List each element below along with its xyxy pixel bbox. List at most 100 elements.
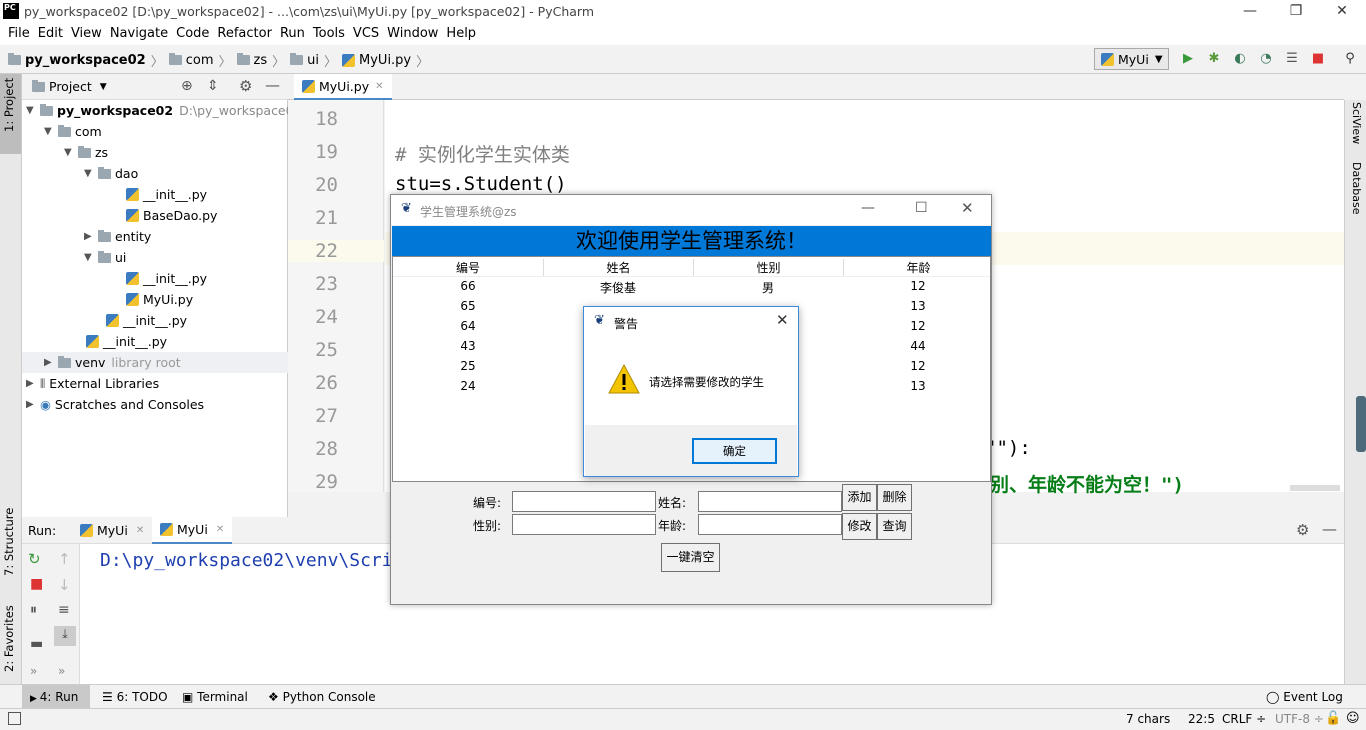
concurrency-icon[interactable]: ☰	[1284, 51, 1300, 67]
ok-button[interactable]: 确定	[692, 438, 777, 464]
run-tool-tab[interactable]: ▶ 4: Run	[30, 690, 78, 704]
project-panel-title[interactable]: Project	[49, 79, 92, 94]
delete-button[interactable]: 删除	[877, 484, 912, 511]
status-caret-position[interactable]: 22:5	[1188, 712, 1215, 726]
more-icon[interactable]: »	[30, 664, 37, 678]
status-encoding[interactable]: UTF-8 ÷	[1275, 712, 1324, 726]
column-header-id[interactable]: 编号	[393, 259, 543, 276]
debug-icon[interactable]: ✱	[1206, 51, 1222, 67]
breadcrumb-com[interactable]: com	[186, 53, 214, 68]
layout-icon[interactable]: ▬	[30, 636, 43, 652]
tree-item[interactable]: ▼ ui	[84, 247, 126, 268]
tree-item[interactable]: __init__.py	[126, 268, 207, 289]
minimize-button[interactable]: —	[861, 200, 875, 216]
arrow-up-icon[interactable]: ↑	[58, 550, 71, 568]
breadcrumb-ui[interactable]: ui	[307, 53, 319, 68]
tree-item[interactable]: ▼ com	[44, 121, 102, 142]
stop-icon[interactable]: ■	[30, 576, 43, 592]
rerun-icon[interactable]: ↻	[28, 550, 41, 568]
search-icon[interactable]: ⚲	[1342, 51, 1358, 67]
column-header-gender[interactable]: 性别	[693, 259, 843, 276]
pause-icon[interactable]: ⏸	[30, 602, 37, 618]
gear-icon[interactable]: ⚙	[239, 77, 252, 95]
close-icon[interactable]: ✕	[216, 524, 224, 535]
menu-file[interactable]: File	[4, 23, 34, 45]
close-window-button[interactable]: ✕	[1319, 0, 1365, 23]
sciview-tool-tab[interactable]: SciView	[1350, 102, 1363, 144]
gear-icon[interactable]: ⚙	[1296, 521, 1309, 539]
run-config-dropdown[interactable]: MyUi ▼	[1094, 48, 1169, 70]
coverage-icon[interactable]: ◐	[1232, 51, 1248, 67]
tree-item[interactable]: ▶ ⫴ External Libraries	[26, 373, 159, 394]
scroll-marker[interactable]	[1356, 396, 1366, 452]
run-icon[interactable]: ▶	[1180, 51, 1196, 67]
lock-icon[interactable]: 🔓	[1325, 711, 1341, 726]
run-tab[interactable]: MyUi ✕	[152, 517, 233, 544]
tree-item[interactable]: ▶ venv library root	[22, 352, 288, 373]
minimize-button[interactable]: —	[1227, 0, 1273, 23]
tab-myui[interactable]: MyUi.py ✕	[294, 74, 392, 100]
tree-item[interactable]: ▼ dao	[84, 163, 138, 184]
scroll-to-end-icon[interactable]: ⤓	[54, 626, 76, 646]
tree-item[interactable]: MyUi.py	[126, 289, 193, 310]
name-input[interactable]	[698, 491, 842, 512]
modify-button[interactable]: 修改	[842, 513, 877, 540]
project-tool-tab[interactable]: 1: Project	[2, 78, 16, 132]
tree-item[interactable]: __init__.py	[106, 310, 187, 331]
breadcrumb-file[interactable]: MyUi.py	[359, 53, 411, 68]
table-row[interactable]: 66 李俊基 男 12	[393, 279, 990, 299]
hide-icon[interactable]: —	[1322, 520, 1337, 538]
breadcrumb-project[interactable]: py_workspace02	[25, 53, 146, 68]
menu-edit[interactable]: Edit	[34, 23, 67, 45]
menu-navigate[interactable]: Navigate	[106, 23, 172, 45]
tree-item[interactable]: ▶ ◉ Scratches and Consoles	[26, 394, 204, 415]
close-icon[interactable]: ✕	[136, 525, 144, 536]
python-console-tool-tab[interactable]: ❖ Python Console	[268, 690, 376, 704]
menu-refactor[interactable]: Refactor	[213, 23, 276, 45]
menu-vcs[interactable]: VCS	[349, 23, 383, 45]
arrow-down-icon[interactable]: ↓	[58, 576, 71, 594]
menu-help[interactable]: Help	[442, 23, 480, 45]
chevron-down-icon[interactable]: ▼	[100, 82, 107, 92]
soft-wrap-icon[interactable]: ≡	[58, 602, 70, 618]
stop-icon[interactable]: ■	[1310, 51, 1326, 67]
close-window-button[interactable]: ✕	[961, 199, 974, 217]
query-button[interactable]: 查询	[877, 513, 912, 540]
more-icon[interactable]: »	[58, 664, 65, 678]
database-tool-tab[interactable]: Database	[1350, 162, 1363, 215]
maximize-button[interactable]: ☐	[915, 200, 928, 216]
tree-item[interactable]: __init__.py	[126, 184, 207, 205]
menu-run[interactable]: Run	[276, 23, 309, 45]
menu-code[interactable]: Code	[172, 23, 213, 45]
tree-item[interactable]: __init__.py	[86, 331, 167, 352]
tool-window-toggle-icon[interactable]	[8, 712, 21, 725]
tree-item[interactable]: ▼ py_workspace02 D:\py_workspace02	[26, 100, 302, 121]
locate-icon[interactable]: ⊕	[181, 78, 193, 94]
event-log-tool-tab[interactable]: ◯ Event Log	[1266, 690, 1343, 704]
menu-window[interactable]: Window	[383, 23, 442, 45]
add-button[interactable]: 添加	[842, 484, 877, 511]
run-tab[interactable]: MyUi ✕	[72, 517, 152, 544]
tree-item[interactable]: BaseDao.py	[126, 205, 217, 226]
inspector-icon[interactable]: ☺	[1346, 711, 1360, 726]
favorites-tool-tab[interactable]: 2: Favorites	[2, 605, 16, 672]
close-icon[interactable]: ✕	[375, 81, 383, 92]
id-input[interactable]	[512, 491, 656, 512]
collapse-all-icon[interactable]: ⇕	[207, 78, 219, 94]
column-header-age[interactable]: 年龄	[843, 259, 993, 276]
todo-tool-tab[interactable]: ☰ 6: TODO	[102, 690, 168, 704]
gender-input[interactable]	[512, 514, 656, 535]
menu-view[interactable]: View	[67, 23, 106, 45]
terminal-tool-tab[interactable]: ▣ Terminal	[182, 690, 248, 704]
structure-tool-tab[interactable]: 7: Structure	[2, 508, 16, 576]
clear-all-button[interactable]: 一键清空	[661, 543, 720, 572]
menu-tools[interactable]: Tools	[309, 23, 349, 45]
tree-item[interactable]: ▼ zs	[64, 142, 108, 163]
close-icon[interactable]: ✕	[776, 311, 789, 329]
maximize-button[interactable]: ❐	[1273, 0, 1319, 23]
age-input[interactable]	[698, 514, 842, 535]
horizontal-scrollbar[interactable]	[1290, 485, 1340, 491]
status-line-separator[interactable]: CRLF ÷	[1222, 712, 1266, 726]
profile-icon[interactable]: ◔	[1258, 51, 1274, 67]
column-header-name[interactable]: 姓名	[543, 259, 693, 276]
